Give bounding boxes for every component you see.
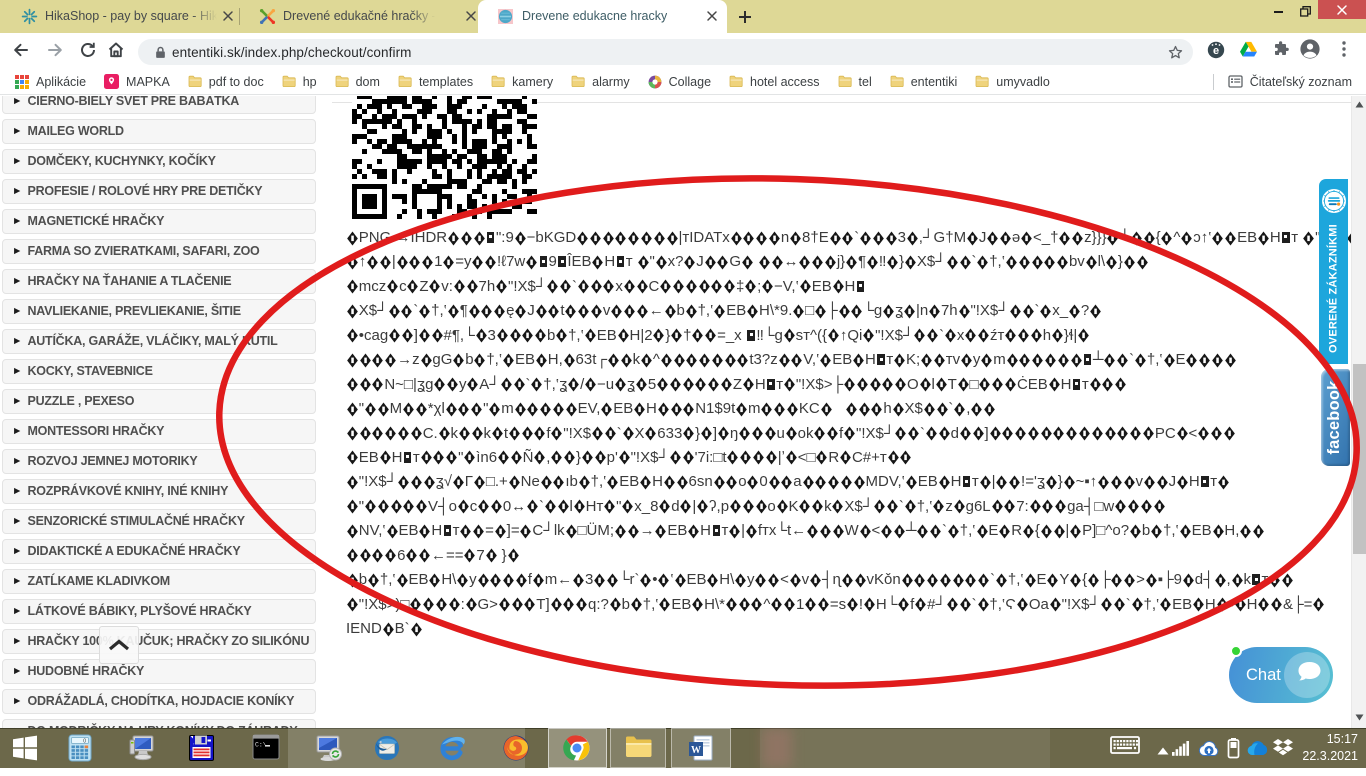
- svg-text:↑: ↑: [193, 742, 195, 746]
- svg-text:0: 0: [83, 739, 86, 745]
- svg-text:W: W: [691, 745, 701, 756]
- svg-text:e: e: [1213, 45, 1219, 57]
